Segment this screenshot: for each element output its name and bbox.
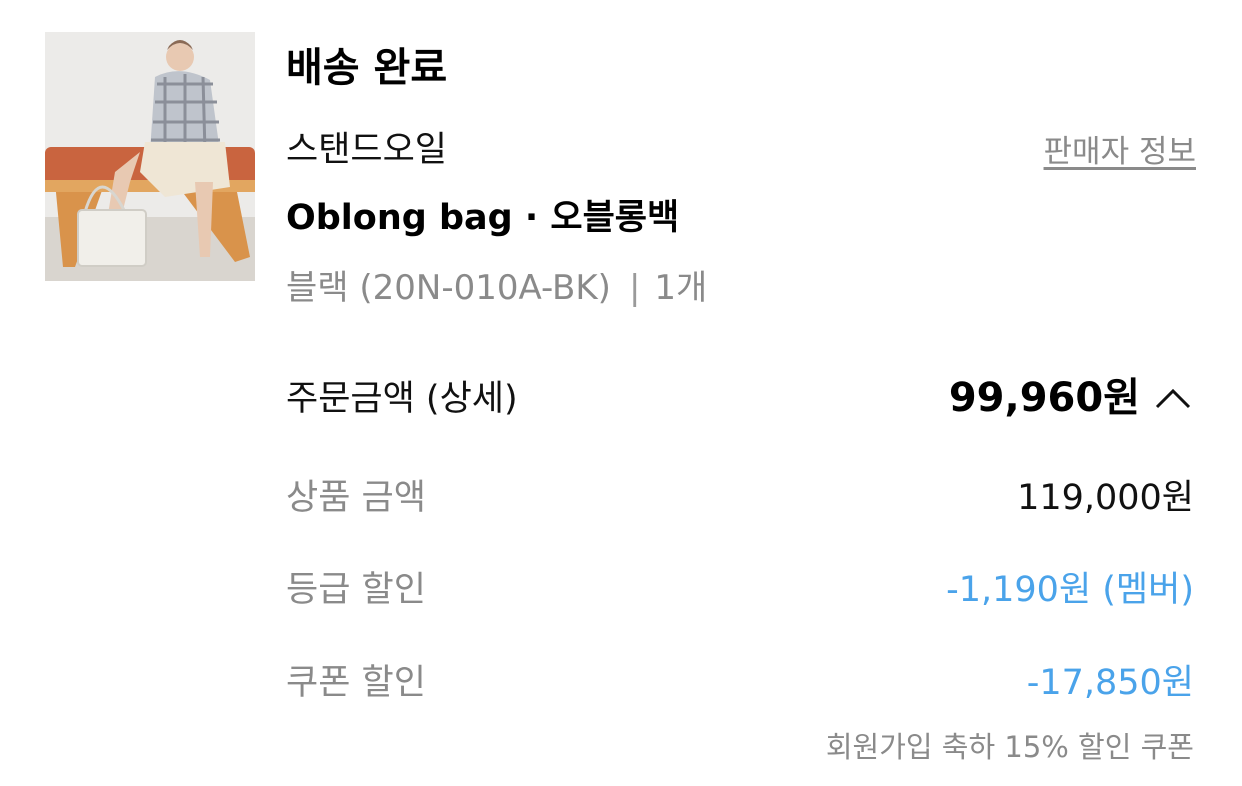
coupon-discount-value: -17,850원 xyxy=(1026,663,1194,703)
delivery-status: 배송 완료 xyxy=(286,45,448,91)
product-photo-icon xyxy=(45,32,255,281)
option-divider: | xyxy=(628,268,641,308)
product-name[interactable]: Oblong bag · 오블롱백 xyxy=(286,193,679,243)
product-price-value: 119,000원 xyxy=(1017,478,1194,518)
chevron-up-icon[interactable] xyxy=(1154,385,1192,411)
seller-info-link[interactable]: 판매자 정보 xyxy=(1044,130,1196,174)
order-total-value: 99,960원 xyxy=(948,375,1140,421)
grade-discount-label: 등급 할인 xyxy=(286,570,426,610)
coupon-note: 회원가입 축하 15% 할인 쿠폰 xyxy=(825,730,1194,764)
product-option: 블랙 (20N-010A-BK) | 1개 xyxy=(286,263,707,313)
grade-discount-value: -1,190원 (멤버) xyxy=(946,570,1194,610)
option-value: 블랙 (20N-010A-BK) xyxy=(286,268,611,308)
product-thumbnail[interactable] xyxy=(45,32,255,281)
product-price-label: 상품 금액 xyxy=(286,478,426,518)
coupon-discount-label: 쿠폰 할인 xyxy=(286,663,426,703)
quantity: 1개 xyxy=(654,268,708,308)
order-amount-detail-toggle[interactable]: 주문금액 (상세) xyxy=(286,373,518,425)
brand-name[interactable]: 스탠드오일 xyxy=(286,125,447,175)
order-total[interactable]: 99,960원 xyxy=(949,368,1192,428)
